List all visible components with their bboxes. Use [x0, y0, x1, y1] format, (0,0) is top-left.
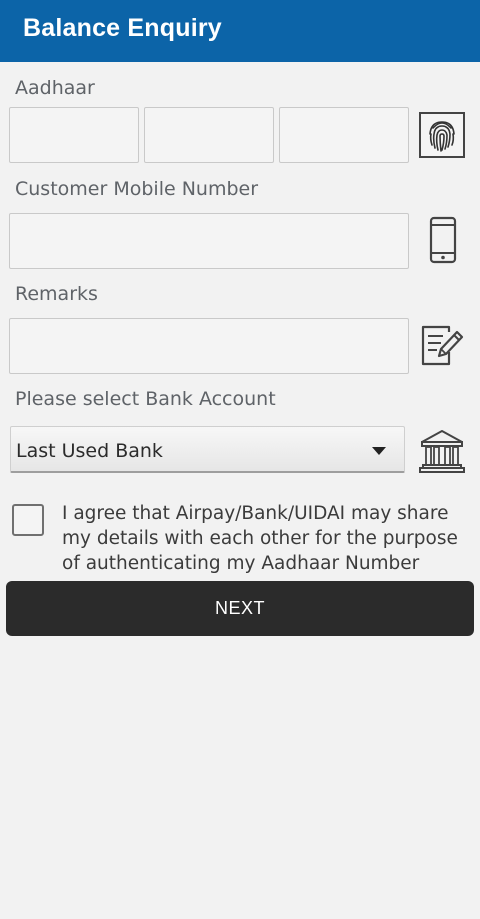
- aadhaar-part-1-field[interactable]: [9, 107, 139, 163]
- aadhaar-label: Aadhaar: [15, 77, 95, 99]
- consent-checkbox[interactable]: [12, 504, 44, 536]
- app-bar: Balance Enquiry: [0, 0, 480, 62]
- mobile-phone-icon: [429, 216, 457, 264]
- aadhaar-part-3-field[interactable]: [279, 107, 409, 163]
- remarks-input[interactable]: [10, 319, 408, 373]
- next-button[interactable]: NEXT: [6, 581, 474, 636]
- fingerprint-icon[interactable]: [419, 112, 465, 158]
- bank-account-label: Please select Bank Account: [15, 388, 276, 410]
- bank-account-select[interactable]: Last Used Bank: [10, 426, 405, 473]
- remarks-label: Remarks: [15, 283, 98, 305]
- remarks-field[interactable]: [9, 318, 409, 374]
- aadhaar-part-2-input[interactable]: [145, 108, 273, 162]
- consent-text: I agree that Airpay/Bank/UIDAI may share…: [62, 503, 458, 574]
- aadhaar-part-1-input[interactable]: [10, 108, 138, 162]
- bank-icon: [419, 430, 465, 473]
- edit-note-icon: [421, 325, 464, 366]
- mobile-number-field[interactable]: [9, 213, 409, 269]
- bank-account-selected-value: Last Used Bank: [16, 440, 163, 462]
- mobile-label: Customer Mobile Number: [15, 178, 259, 200]
- dropdown-arrow-icon: [372, 447, 386, 455]
- aadhaar-part-2-field[interactable]: [144, 107, 274, 163]
- page-title: Balance Enquiry: [23, 14, 222, 42]
- mobile-number-input[interactable]: [10, 214, 408, 268]
- aadhaar-part-3-input[interactable]: [280, 108, 408, 162]
